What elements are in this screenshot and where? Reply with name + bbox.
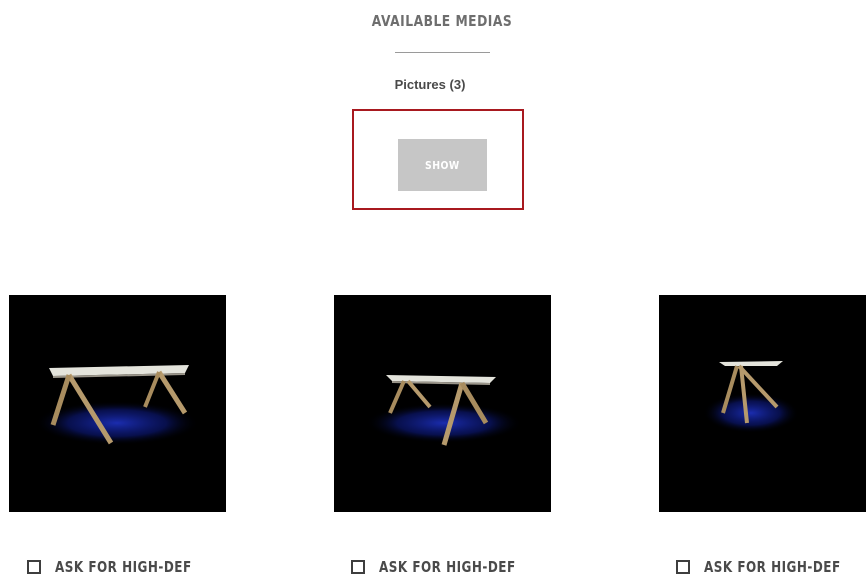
media-card[interactable]	[334, 295, 551, 512]
title-divider	[395, 52, 490, 53]
table-photo-icon	[366, 375, 522, 446]
high-def-label[interactable]: ASK FOR HIGH-DEF	[55, 558, 192, 576]
pictures-count-label: Pictures (3)	[394, 77, 466, 92]
high-def-label[interactable]: ASK FOR HIGH-DEF	[379, 558, 516, 576]
high-def-checkbox[interactable]	[351, 560, 365, 574]
media-thumbnail[interactable]	[9, 295, 226, 512]
table-photo-icon	[35, 365, 199, 445]
table-photo-icon	[703, 361, 799, 433]
high-def-option[interactable]: ASK FOR HIGH-DEF	[676, 556, 866, 578]
high-def-option[interactable]: ASK FOR HIGH-DEF	[27, 556, 226, 578]
media-thumbnail[interactable]	[334, 295, 551, 512]
section-title: AVAILABLE MEDIAS	[371, 12, 513, 30]
high-def-option[interactable]: ASK FOR HIGH-DEF	[351, 556, 550, 578]
high-def-label[interactable]: ASK FOR HIGH-DEF	[704, 558, 841, 576]
media-card[interactable]	[9, 295, 226, 512]
high-def-checkbox[interactable]	[676, 560, 690, 574]
media-thumbnail[interactable]	[659, 295, 866, 512]
show-button-label: SHOW	[425, 158, 460, 172]
media-card[interactable]	[659, 295, 866, 512]
high-def-checkbox[interactable]	[27, 560, 41, 574]
show-button[interactable]: SHOW	[398, 139, 487, 191]
